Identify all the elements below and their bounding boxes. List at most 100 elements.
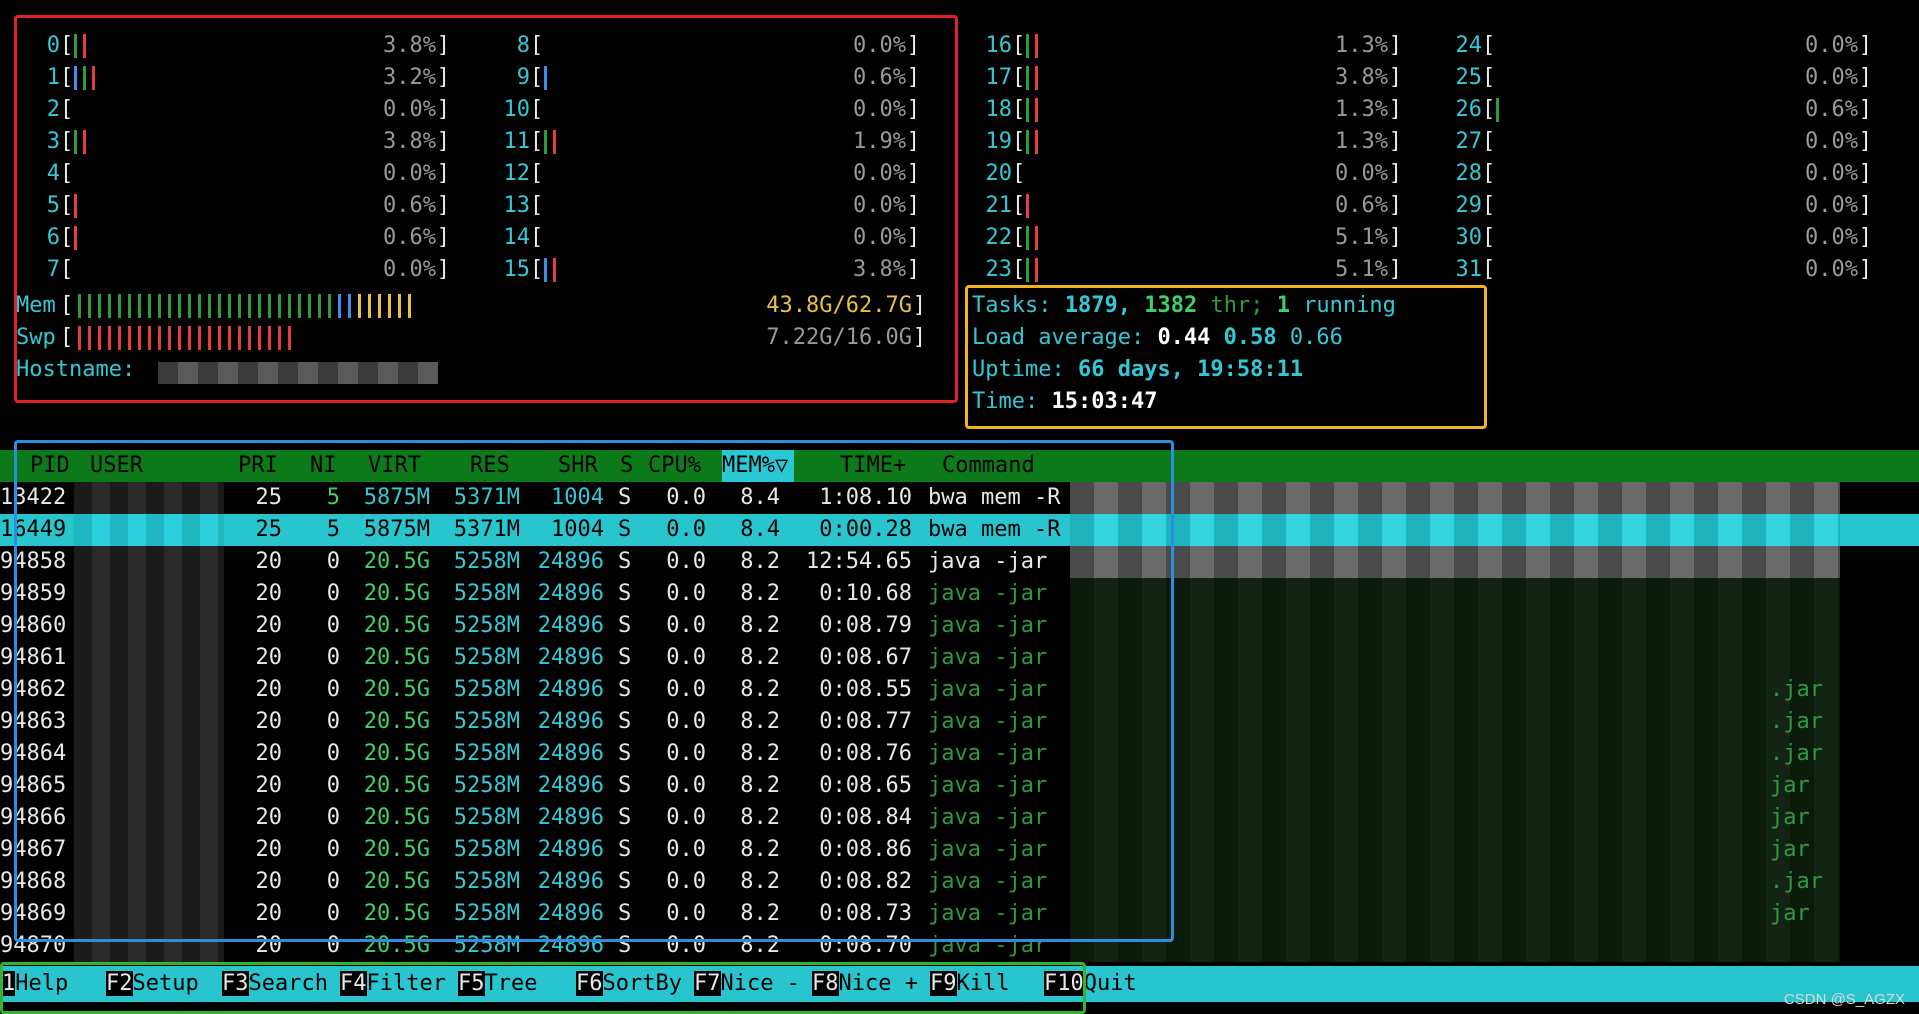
cpu-usage-bar [1026,34,1038,58]
command-tail: jar [1770,837,1810,862]
cpu-tick [1026,226,1029,250]
cpu-tick [1035,98,1038,122]
command-args-redacted [1070,514,1840,546]
cpu-meter-18: 18[1.3%] [986,94,1402,126]
bracket-right: ] [1388,225,1402,250]
cpu-percent: 3.8% [1335,65,1388,90]
command-args-redacted [1070,482,1840,514]
cpu-meter-16: 16[1.3%] [986,30,1402,62]
command-args-redacted [1070,834,1840,866]
cpu-meter-27: 27[0.0%] [1456,126,1873,158]
cpu-id: 28 [1455,161,1483,186]
cpu-id: 23 [985,257,1013,282]
command-tail: .jar [1770,677,1823,702]
command-args-redacted [1070,770,1840,802]
cpu-id: 30 [1455,225,1483,250]
cpu-id: 25 [1455,65,1483,90]
bracket-right: ] [1858,193,1872,218]
cpu-percent: 0.0% [1805,161,1858,186]
command-args-redacted [1070,738,1840,770]
cpu-tick [1026,130,1029,154]
cpu-percent: 0.0% [1805,257,1858,282]
cpu-meter-24: 24[0.0%] [1456,30,1873,62]
cpu-id: 16 [985,33,1013,58]
command-tail: jar [1770,901,1810,926]
cpu-meter-29: 29[0.0%] [1456,190,1873,222]
cpu-tick [1026,98,1029,122]
cpu-meter-26: 26[0.6%] [1456,94,1872,126]
cpu-id: 27 [1455,129,1483,154]
cpu-tick [1035,258,1038,282]
bracket-left: [ [1012,257,1026,282]
command-tail: .jar [1770,869,1823,894]
bracket-right: ] [1858,129,1872,154]
bracket-left: [ [1012,97,1026,122]
cpu-meter-17: 17[3.8%] [986,62,1402,94]
command-args-redacted [1070,802,1840,834]
bracket-right: ] [1388,33,1402,58]
command-args-redacted [1070,706,1840,738]
cpu-tick [1026,34,1029,58]
cpu-percent: 1.3% [1335,129,1388,154]
command-tail: .jar [1770,709,1823,734]
cpu-id: 18 [985,97,1013,122]
command-args-redacted [1070,674,1840,706]
cpu-id: 20 [985,161,1013,186]
command-args-redacted [1070,610,1840,642]
bracket-left: [ [1482,65,1496,90]
cpu-percent: 0.0% [1805,65,1858,90]
cpu-percent: 1.3% [1335,97,1388,122]
cpu-usage-bar [1026,130,1038,154]
bracket-left: [ [1482,161,1496,186]
cpu-percent: 0.0% [1805,33,1858,58]
watermark: CSDN @S_AGZX [1783,991,1905,1008]
bracket-left: [ [1012,129,1026,154]
bracket-right: ] [1858,257,1872,282]
bracket-right: ] [1388,129,1402,154]
bracket-right: ] [1388,161,1402,186]
command-args-redacted [1070,898,1840,930]
command-args-redacted [1070,546,1840,578]
cpu-meter-22: 22[5.1%] [986,222,1402,254]
cpu-percent: 0.0% [1805,129,1858,154]
cpu-tick [1026,66,1029,90]
cpu-usage-bar [1026,226,1038,250]
command-tail: jar [1770,773,1810,798]
bracket-left: [ [1482,129,1496,154]
cpu-id: 17 [985,65,1013,90]
cpu-meter-19: 19[1.3%] [986,126,1402,158]
cpu-usage-bar [1026,66,1038,90]
fkey-label: Quit [1083,971,1137,996]
cpu-meter-31: 31[0.0%] [1456,254,1873,286]
bracket-right: ] [1858,225,1872,250]
header-meters-highlight [14,15,958,403]
cpu-percent: 0.0% [1805,225,1858,250]
cpu-tick [1035,226,1038,250]
bracket-left: [ [1012,33,1026,58]
cpu-meter-30: 30[0.0%] [1456,222,1873,254]
cpu-usage-bar [1026,98,1038,122]
bracket-left: [ [1482,33,1496,58]
cpu-percent: 1.3% [1335,33,1388,58]
command-args-redacted [1070,930,1840,962]
cpu-percent: 0.0% [1805,193,1858,218]
bracket-left: [ [1012,65,1026,90]
command-args-redacted [1070,642,1840,674]
bracket-left: [ [1012,193,1026,218]
cpu-meter-25: 25[0.0%] [1456,62,1873,94]
cpu-percent: 5.1% [1335,225,1388,250]
cpu-usage-bar [1496,98,1499,122]
function-keys-highlight [0,962,1086,1014]
cpu-meter-20: 20[0.0%] [986,158,1403,190]
cpu-tick [1496,98,1499,122]
command-tail: jar [1770,805,1810,830]
cpu-usage-bar [1026,194,1029,218]
bracket-right: ] [1388,97,1402,122]
cpu-meter-28: 28[0.0%] [1456,158,1873,190]
cpu-id: 19 [985,129,1013,154]
cpu-percent: 0.6% [1805,97,1858,122]
cpu-tick [1026,194,1029,218]
cpu-tick [1035,130,1038,154]
cpu-id: 29 [1455,193,1483,218]
cpu-id: 21 [985,193,1013,218]
